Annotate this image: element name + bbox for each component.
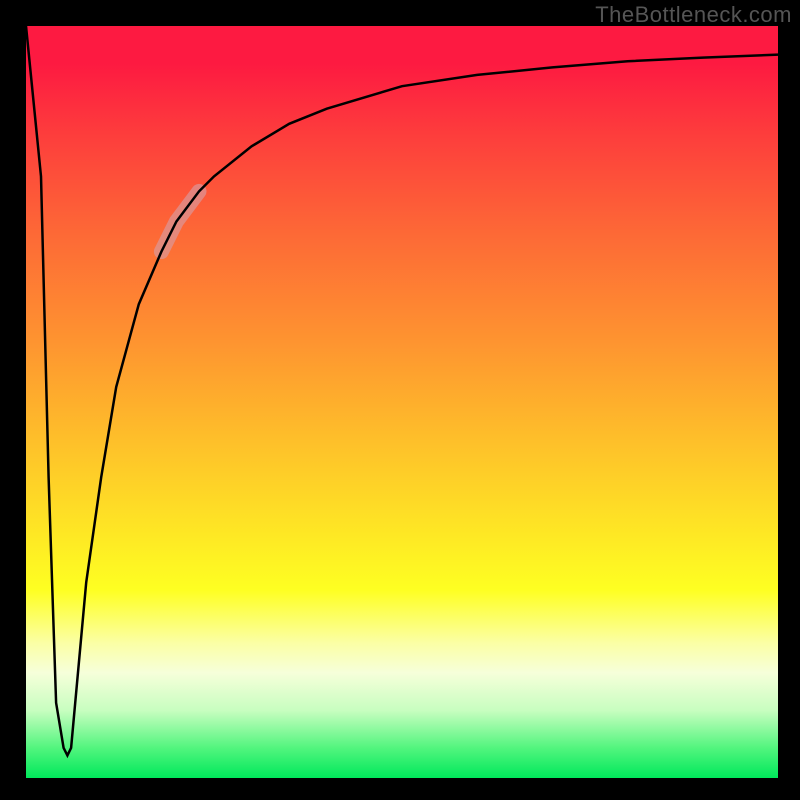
watermark-text: TheBottleneck.com — [595, 2, 792, 28]
bottleneck-curve — [26, 26, 778, 755]
chart-stage: TheBottleneck.com — [0, 0, 800, 800]
curve-svg — [26, 26, 778, 778]
